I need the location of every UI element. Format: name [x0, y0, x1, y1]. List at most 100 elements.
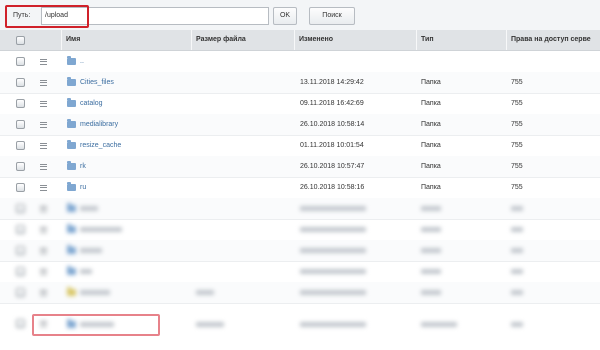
row-checkbox[interactable]	[16, 288, 25, 297]
redacted-type	[421, 248, 441, 253]
row-menu-icon[interactable]	[40, 290, 47, 296]
file-name[interactable]: ..	[80, 51, 84, 72]
redacted-date	[300, 322, 366, 327]
table-row[interactable]: catalog 09.11.2018 16:42:69 Папка 755	[0, 93, 600, 115]
file-name[interactable]: rk	[80, 156, 86, 177]
row-checkbox[interactable]	[16, 162, 25, 171]
table-row[interactable]: Cities_files 13.11.2018 14:29:42 Папка 7…	[0, 72, 600, 94]
redacted-perms	[511, 227, 523, 232]
select-all-checkbox[interactable]	[16, 36, 25, 45]
row-menu-icon[interactable]	[40, 227, 47, 233]
redacted-type	[421, 290, 441, 295]
file-type: Папка	[421, 100, 441, 107]
permissions: 755	[511, 184, 523, 191]
modified-date: 09.11.2018 16:42:69	[300, 100, 364, 107]
redacted-type	[421, 322, 457, 327]
file-type: Папка	[421, 163, 441, 170]
permissions: 755	[511, 163, 523, 170]
table-row[interactable]: resize_cache 01.11.2018 10:01:54 Папка 7…	[0, 135, 600, 157]
row-menu-icon[interactable]	[40, 185, 47, 191]
row-menu-icon[interactable]	[40, 101, 47, 107]
redacted-perms	[511, 290, 523, 295]
file-name[interactable]: catalog	[80, 93, 103, 114]
file-name[interactable]: medialibrary	[80, 114, 118, 135]
folder-icon	[67, 119, 76, 128]
row-checkbox[interactable]	[16, 267, 25, 276]
folder-icon	[67, 224, 76, 233]
folder-icon	[67, 245, 76, 254]
redacted-name	[80, 269, 92, 274]
table-row[interactable]: ru 26.10.2018 10:58:16 Папка 755	[0, 177, 600, 199]
column-name[interactable]: Имя	[61, 30, 191, 50]
folder-icon	[67, 203, 76, 212]
row-menu-icon[interactable]	[40, 143, 47, 149]
redacted-name	[80, 248, 102, 253]
row-checkbox[interactable]	[16, 204, 25, 213]
redacted-date	[300, 227, 366, 232]
row-menu-icon[interactable]	[40, 122, 47, 128]
folder-icon	[67, 266, 76, 275]
modified-date: 13.11.2018 14:29:42	[300, 79, 364, 86]
row-checkbox[interactable]	[16, 57, 25, 66]
redacted-date	[300, 290, 366, 295]
row-menu-icon[interactable]	[40, 206, 47, 212]
redacted-name	[80, 206, 98, 211]
file-type: Папка	[421, 142, 441, 149]
row-menu-icon[interactable]	[40, 248, 47, 254]
file-type: Папка	[421, 121, 441, 128]
column-type[interactable]: Тип	[416, 30, 506, 50]
redacted-date	[300, 248, 366, 253]
file-name[interactable]: resize_cache	[80, 135, 121, 156]
redacted-perms	[511, 322, 523, 327]
ok-button[interactable]: OK	[273, 7, 297, 25]
table-row-redacted[interactable]	[0, 282, 600, 304]
column-size[interactable]: Размер файла	[191, 30, 294, 50]
row-checkbox[interactable]	[16, 120, 25, 129]
redacted-size	[196, 290, 214, 295]
file-icon	[67, 287, 76, 296]
table-row[interactable]: medialibrary 26.10.2018 10:58:14 Папка 7…	[0, 114, 600, 136]
folder-icon	[67, 161, 76, 170]
modified-date: 26.10.2018 10:58:16	[300, 184, 365, 191]
file-name[interactable]: ru	[80, 177, 86, 198]
row-menu-icon[interactable]	[40, 269, 47, 275]
path-toolbar: Путь: /upload OK Поиск	[0, 0, 600, 31]
row-checkbox[interactable]	[16, 246, 25, 255]
file-name[interactable]: Cities_files	[80, 72, 114, 93]
table-row-redacted[interactable]	[0, 219, 600, 241]
row-checkbox[interactable]	[16, 78, 25, 87]
redacted-perms	[511, 248, 523, 253]
folder-icon	[67, 98, 76, 107]
search-button[interactable]: Поиск	[309, 7, 355, 25]
table-header: Имя Размер файла Изменено Тип Права на д…	[0, 30, 600, 51]
row-highlight-frame	[32, 314, 160, 336]
folder-icon	[67, 140, 76, 149]
file-type: Папка	[421, 79, 441, 86]
row-checkbox[interactable]	[16, 183, 25, 192]
file-type: Папка	[421, 184, 441, 191]
permissions: 755	[511, 121, 523, 128]
folder-icon	[67, 182, 76, 191]
column-modified[interactable]: Изменено	[294, 30, 416, 50]
table-row-redacted[interactable]	[0, 240, 600, 262]
table-row[interactable]: rk 26.10.2018 10:57:47 Папка 755	[0, 156, 600, 178]
row-menu-icon[interactable]	[40, 80, 47, 86]
permissions: 755	[511, 100, 523, 107]
row-checkbox[interactable]	[16, 141, 25, 150]
modified-date: 26.10.2018 10:58:14	[300, 121, 365, 128]
path-highlight-frame	[5, 5, 89, 28]
redacted-type	[421, 227, 441, 232]
redacted-perms	[511, 206, 523, 211]
column-permissions[interactable]: Права на доступ серве	[506, 30, 600, 50]
table-row-redacted[interactable]	[0, 261, 600, 283]
folder-icon	[67, 56, 76, 65]
row-checkbox[interactable]	[16, 99, 25, 108]
row-checkbox[interactable]	[16, 319, 25, 328]
redacted-type	[421, 269, 441, 274]
row-menu-icon[interactable]	[40, 164, 47, 170]
table-row-redacted[interactable]	[0, 198, 600, 220]
row-checkbox[interactable]	[16, 225, 25, 234]
table-row[interactable]: ..	[0, 51, 600, 73]
redacted-type	[421, 206, 441, 211]
row-menu-icon[interactable]	[40, 59, 47, 65]
